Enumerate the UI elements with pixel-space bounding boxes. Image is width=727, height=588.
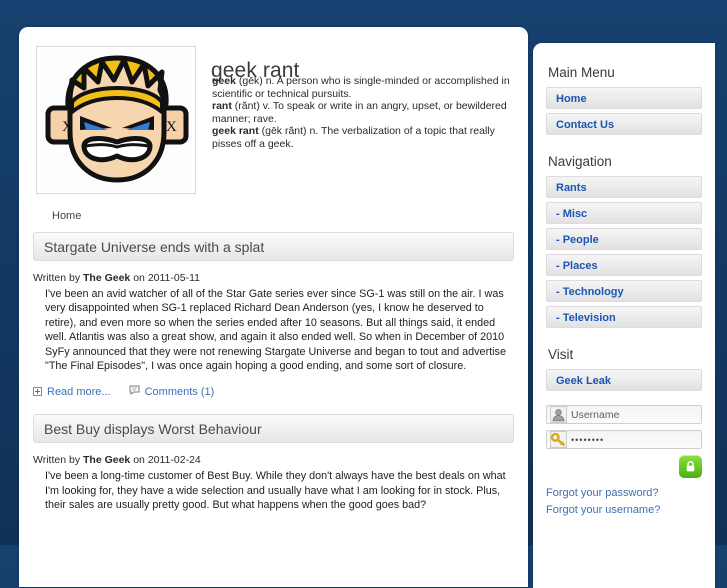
main-content-panel: X X geek rant geek (gēk) n. A person who…	[19, 27, 528, 587]
site-description: geek (gēk) n. A person who is single-min…	[212, 75, 522, 151]
on-label: on	[133, 454, 145, 467]
list-item: Geek Leak	[546, 369, 702, 391]
definition-text: (rănt) v. To speak or write in an angry,…	[212, 100, 507, 125]
definition-term: geek rant	[212, 125, 259, 138]
navigation-list: Rants - Misc - People - Places - Technol…	[546, 176, 702, 328]
definition-text: (gēk) n. A person who is single-minded o…	[212, 75, 510, 100]
sidebar-heading-visit: Visit	[548, 347, 574, 362]
article-item: Best Buy displays Worst Behaviour Writte…	[19, 414, 528, 512]
svg-text:X: X	[166, 119, 177, 135]
visit-list: Geek Leak	[546, 369, 702, 391]
forgot-links: Forgot your password? Forgot your userna…	[546, 487, 702, 516]
article-list: Stargate Universe ends with a splat Writ…	[19, 232, 528, 521]
password-field[interactable]: ••••••••	[546, 430, 702, 449]
username-field[interactable]: Username	[546, 405, 702, 424]
article-byline: Written by The Geek on 2011-02-24	[33, 454, 514, 466]
sidebar-panel: Main Menu Home Contact Us Navigation Ran…	[533, 43, 715, 588]
list-item: - Places	[546, 254, 702, 276]
definition-geek-rant: geek rant (gēk rănt) n. The verbalizatio…	[212, 125, 522, 150]
login-button-row	[546, 455, 702, 478]
breadcrumb[interactable]: Home	[52, 210, 81, 222]
list-item: Contact Us	[546, 113, 702, 135]
sidebar-heading-main-menu: Main Menu	[548, 65, 615, 80]
definition-term: rant	[212, 100, 232, 113]
sidebar-item-rants[interactable]: Rants	[546, 176, 702, 198]
article-date: 2011-02-24	[147, 454, 201, 467]
read-more-link[interactable]: Read more...	[47, 386, 111, 398]
sidebar-item-technology[interactable]: - Technology	[546, 280, 702, 302]
expand-plus-icon	[33, 387, 42, 397]
password-value: ••••••••	[571, 434, 605, 445]
comments-link[interactable]: Comments (1)	[145, 386, 215, 398]
login-form: Username •••••••• Forgot your password? …	[546, 405, 702, 516]
list-item: - People	[546, 228, 702, 250]
sidebar-item-contact-us[interactable]: Contact Us	[546, 113, 702, 135]
geek-face-icon: X X	[40, 50, 192, 190]
article-item: Stargate Universe ends with a splat Writ…	[19, 232, 528, 398]
site-header: X X geek rant geek (gēk) n. A person who…	[19, 27, 528, 202]
user-icon	[550, 406, 567, 423]
login-submit-button[interactable]	[679, 455, 702, 478]
article-body: I've been an avid watcher of all of the …	[45, 288, 506, 373]
written-by-label: Written by	[33, 454, 81, 467]
definition-geek: geek (gēk) n. A person who is single-min…	[212, 75, 522, 100]
sidebar-item-people[interactable]: - People	[546, 228, 702, 250]
article-body: I've been a long-time customer of Best B…	[45, 470, 506, 512]
definition-rant: rant (rănt) v. To speak or write in an a…	[212, 100, 522, 125]
angry-geek-face-svg: X X	[45, 55, 189, 183]
article-author: The Geek	[83, 454, 131, 467]
sidebar-item-places[interactable]: - Places	[546, 254, 702, 276]
site-logo: X X	[36, 46, 196, 194]
list-item: - Television	[546, 306, 702, 328]
username-placeholder: Username	[571, 408, 620, 421]
written-by-label: Written by	[33, 272, 81, 284]
forgot-username-link[interactable]: Forgot your username?	[546, 504, 702, 516]
list-item: - Misc	[546, 202, 702, 224]
page-root: X X geek rant geek (gēk) n. A person who…	[0, 0, 727, 588]
article-actions: Read more... Comments (1)	[33, 385, 514, 398]
main-menu-list: Home Contact Us	[546, 87, 702, 135]
key-icon	[550, 431, 567, 448]
sidebar-item-geek-leak[interactable]: Geek Leak	[546, 369, 702, 391]
sidebar: Main Menu Home Contact Us Navigation Ran…	[533, 43, 715, 516]
article-title[interactable]: Stargate Universe ends with a splat	[33, 232, 514, 261]
article-date: 2011-05-11	[147, 272, 200, 284]
lock-icon	[686, 461, 695, 472]
comment-bubble-icon	[129, 385, 140, 398]
article-author: The Geek	[83, 272, 131, 284]
article-title[interactable]: Best Buy displays Worst Behaviour	[33, 414, 514, 444]
definition-term: geek	[212, 75, 236, 87]
list-item: Home	[546, 87, 702, 109]
on-label: on	[133, 272, 145, 284]
article-byline: Written by The Geek on 2011-05-11	[33, 272, 514, 284]
sidebar-item-misc[interactable]: - Misc	[546, 202, 702, 224]
sidebar-item-television[interactable]: - Television	[546, 306, 702, 328]
sidebar-item-home[interactable]: Home	[546, 87, 702, 109]
list-item: Rants	[546, 176, 702, 198]
sidebar-heading-navigation: Navigation	[548, 154, 612, 169]
list-item: - Technology	[546, 280, 702, 302]
forgot-password-link[interactable]: Forgot your password?	[546, 487, 702, 499]
